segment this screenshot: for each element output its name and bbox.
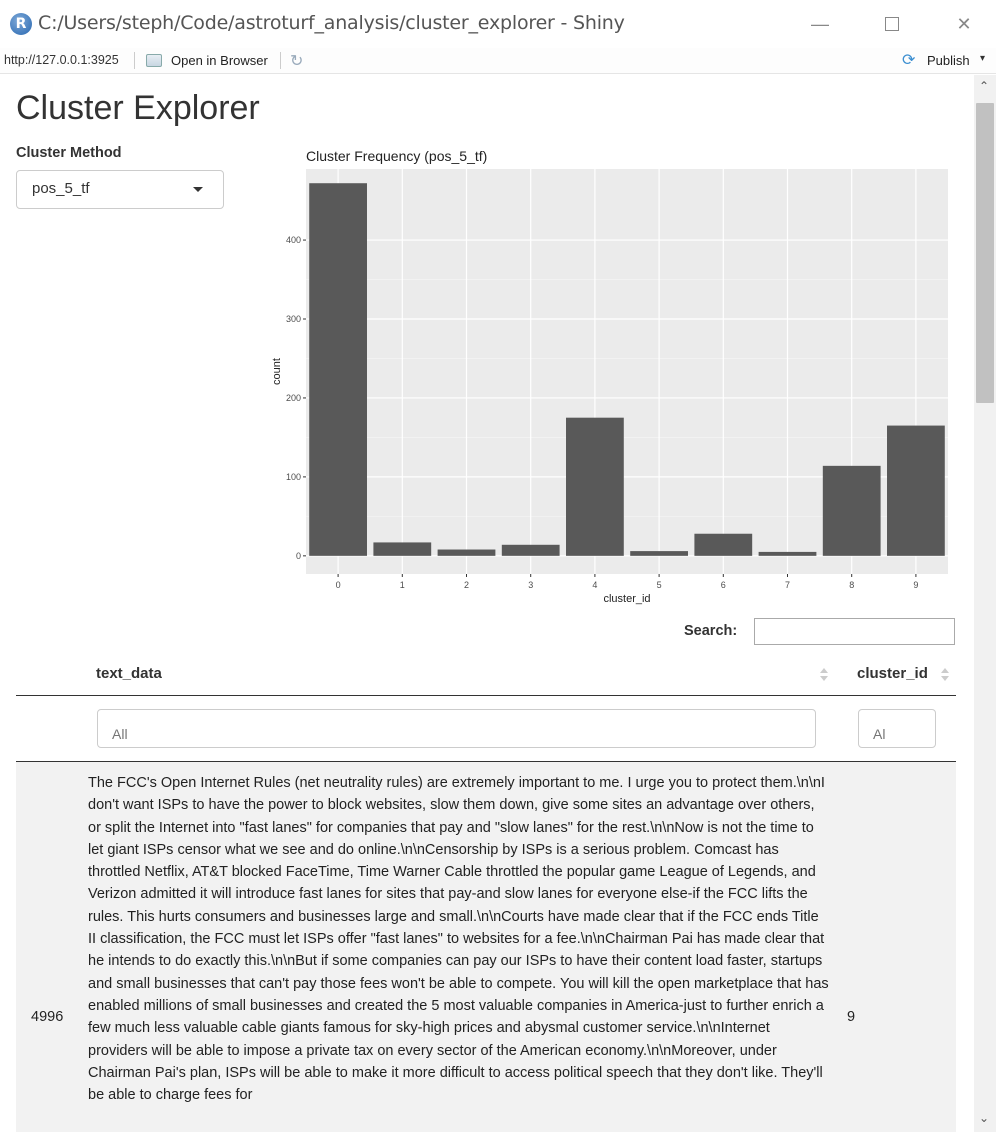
bar-cluster-3 xyxy=(501,544,560,556)
y-tick-label: 400 xyxy=(286,235,301,245)
y-tick-label: 300 xyxy=(286,314,301,324)
open-in-browser-icon[interactable] xyxy=(146,54,162,67)
x-tick-label: 9 xyxy=(913,580,918,590)
cluster-method-label: Cluster Method xyxy=(16,145,122,161)
window-title: C:/Users/steph/Code/astroturf_analysis/c… xyxy=(38,12,625,34)
cluster-method-value: pos_5_tf xyxy=(32,180,90,197)
x-tick-label: 0 xyxy=(336,580,341,590)
x-tick-label: 7 xyxy=(785,580,790,590)
app-content: Cluster Explorer Cluster Method pos_5_tf… xyxy=(0,75,974,1132)
y-axis-title: count xyxy=(271,358,283,385)
x-axis-title: cluster_id xyxy=(603,593,650,605)
bar-cluster-9 xyxy=(887,425,945,556)
vertical-scrollbar[interactable]: ⌃ ⌄ xyxy=(974,75,996,1132)
row-id-cell: 4996 xyxy=(31,1009,64,1025)
header-divider xyxy=(16,695,956,696)
open-in-browser-button[interactable]: Open in Browser xyxy=(171,53,268,68)
publish-button[interactable]: Publish xyxy=(927,53,970,68)
maximize-button[interactable] xyxy=(872,8,912,40)
scrollbar-thumb[interactable] xyxy=(976,103,994,403)
text-data-cell: The FCC's Open Internet Rules (net neutr… xyxy=(88,775,829,1104)
toolbar-divider xyxy=(134,52,135,69)
column-header-cluster-id[interactable]: cluster_id xyxy=(857,665,928,682)
cluster-frequency-chart: 0 100 200 300 400 0 1 2 3 4 5 6 7 8 9 cluster_id count xyxy=(271,169,948,605)
y-tick-label: 100 xyxy=(286,472,301,482)
scroll-down-icon[interactable]: ⌄ xyxy=(979,1111,989,1125)
sort-icon[interactable] xyxy=(941,668,949,682)
viewer-toolbar: http://127.0.0.1:3925 Open in Browser ↻ … xyxy=(0,48,996,74)
refresh-icon[interactable]: ↻ xyxy=(290,51,303,71)
cluster-id-filter-input[interactable] xyxy=(858,709,936,748)
chevron-down-icon xyxy=(193,187,203,192)
y-tick-label: 200 xyxy=(286,393,301,403)
publish-caret-icon[interactable]: ▾ xyxy=(980,53,985,64)
y-tick-label: 0 xyxy=(296,551,301,561)
publish-icon[interactable]: ⟳ xyxy=(902,50,915,70)
bar-cluster-6 xyxy=(694,533,753,556)
bar-cluster-5 xyxy=(630,551,688,556)
bar-cluster-1 xyxy=(373,542,432,556)
column-header-text-data[interactable]: text_data xyxy=(96,665,162,682)
search-label: Search: xyxy=(684,623,738,639)
bar-cluster-0 xyxy=(309,183,367,556)
x-tick-label: 4 xyxy=(592,580,597,590)
window-titlebar: R C:/Users/steph/Code/astroturf_analysis… xyxy=(0,0,996,48)
sort-icon[interactable] xyxy=(820,668,828,682)
x-tick-label: 3 xyxy=(528,580,533,590)
text-data-filter-input[interactable] xyxy=(97,709,816,748)
r-logo-icon: R xyxy=(10,13,32,35)
x-tick-label: 2 xyxy=(464,580,469,590)
cluster-id-cell: 9 xyxy=(847,1009,856,1025)
chart-title: Cluster Frequency (pos_5_tf) xyxy=(306,148,488,164)
cluster-method-select[interactable]: pos_5_tf xyxy=(16,170,224,209)
x-tick-label: 6 xyxy=(721,580,726,590)
scroll-up-icon[interactable]: ⌃ xyxy=(979,79,989,93)
bar-cluster-8 xyxy=(822,465,881,556)
maximize-icon xyxy=(885,17,899,31)
bar-cluster-4 xyxy=(566,417,624,556)
bar-cluster-7 xyxy=(758,551,817,556)
x-tick-label: 5 xyxy=(657,580,662,590)
search-input[interactable] xyxy=(754,618,955,645)
minimize-button[interactable]: — xyxy=(800,8,840,40)
toolbar-divider xyxy=(280,52,281,69)
url-text[interactable]: http://127.0.0.1:3925 xyxy=(4,53,119,67)
x-tick-label: 1 xyxy=(400,580,405,590)
bar-cluster-2 xyxy=(437,549,496,556)
x-tick-label: 8 xyxy=(849,580,854,590)
page-title: Cluster Explorer xyxy=(16,89,260,127)
close-button[interactable]: ✕ xyxy=(944,8,984,40)
